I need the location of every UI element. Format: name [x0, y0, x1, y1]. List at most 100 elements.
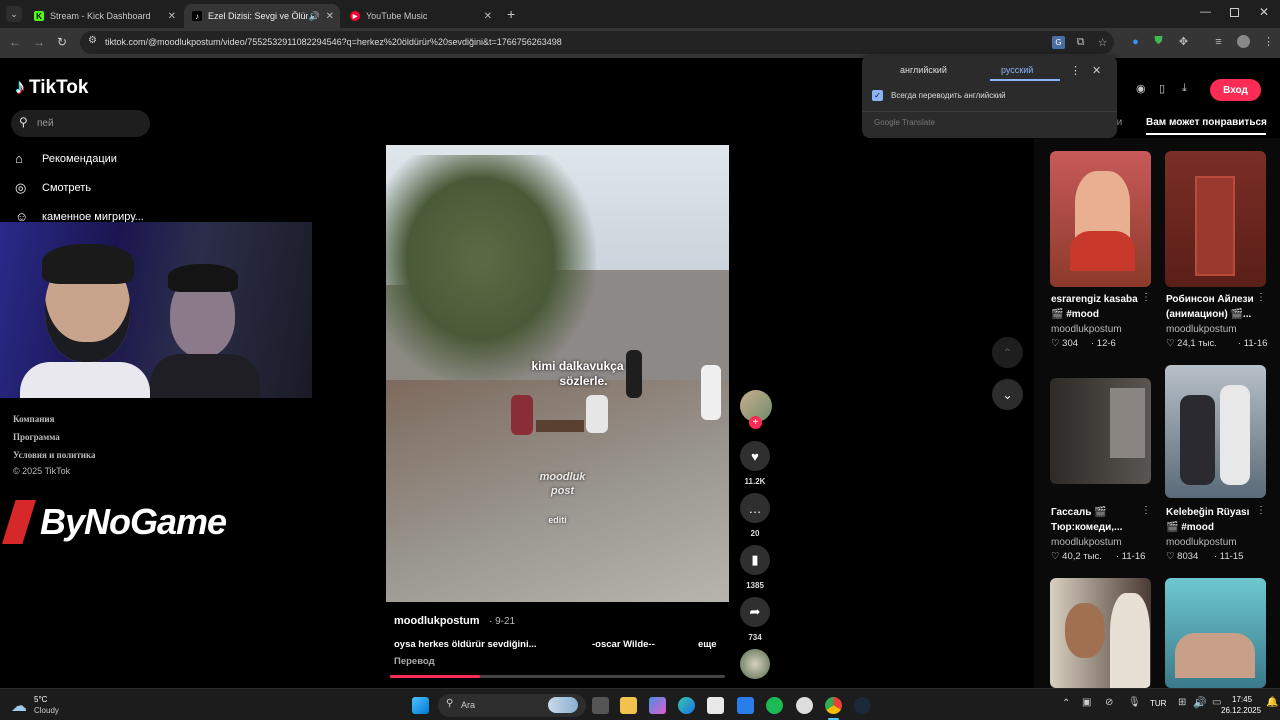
install-app-icon[interactable]: ⧉ [1074, 36, 1087, 49]
task-view-icon[interactable] [592, 697, 609, 714]
back-icon[interactable]: ← [9, 35, 21, 49]
tab-youtube-music[interactable]: ▶ YouTube Music ✕ [342, 4, 498, 28]
footer-company-link[interactable]: Компания [13, 414, 54, 424]
steam-icon[interactable] [854, 697, 871, 714]
card-menu-icon[interactable]: ⋮ [1256, 505, 1266, 516]
microphone-icon[interactable]: 🎙 [1128, 697, 1141, 708]
tab-kick-dashboard[interactable]: K Stream - Kick Dashboard ✕ [26, 4, 182, 28]
coin-icon[interactable]: ◉ [1136, 82, 1146, 95]
video-card-title[interactable]: Робинсон Айлези (анимацион) 🎬... [1166, 292, 1262, 322]
taskbar-search-box[interactable]: ⚲ Ara [438, 694, 586, 717]
translate-link[interactable]: Перевод [394, 656, 435, 667]
card-menu-icon[interactable]: ⋮ [1141, 505, 1151, 516]
store-icon[interactable] [707, 697, 724, 714]
mail-icon[interactable] [737, 697, 754, 714]
download-icon[interactable]: ⤓ [1182, 82, 1187, 95]
music-disc-avatar[interactable] [740, 649, 770, 679]
card-menu-icon[interactable]: ⋮ [1256, 292, 1266, 303]
video-card[interactable] [1165, 365, 1266, 498]
file-explorer-icon[interactable] [620, 697, 637, 714]
site-info-icon[interactable]: ⚙ [88, 35, 97, 46]
more-link[interactable]: еще [698, 639, 717, 650]
translate-icon[interactable]: G [1052, 36, 1065, 49]
browser-menu-icon[interactable]: ⋮ [1262, 35, 1275, 48]
github-desktop-icon[interactable] [796, 697, 813, 714]
sidebar-item-explore[interactable]: ◎ Смотреть [15, 180, 91, 196]
video-card-title[interactable]: esrarengiz kasaba 🎬 #mood [1051, 292, 1147, 322]
clock-time[interactable]: 17:45 [1232, 695, 1252, 704]
video-card-author[interactable]: moodlukpostum [1166, 537, 1237, 548]
chrome-icon[interactable] [825, 697, 842, 714]
reading-list-icon[interactable]: ≡ [1212, 35, 1225, 48]
search-input[interactable]: ⚲ пей [11, 110, 150, 137]
close-tab-icon[interactable]: ✕ [168, 11, 176, 22]
close-tab-icon[interactable]: ✕ [326, 11, 334, 22]
notification-bell-icon[interactable]: 🔔 [1266, 697, 1278, 708]
extensions-puzzle-icon[interactable]: ✥ [1177, 35, 1190, 48]
video-card[interactable] [1165, 151, 1266, 287]
weather-condition[interactable]: Cloudy [34, 706, 59, 715]
windows-start-icon[interactable] [412, 697, 429, 714]
video-card[interactable] [1050, 151, 1151, 287]
tab-recommended-for-you[interactable]: Вам может понравиться [1146, 117, 1267, 128]
video-card-author[interactable]: moodlukpostum [1051, 537, 1122, 548]
video-card[interactable] [1050, 578, 1151, 688]
save-button[interactable]: ▮ [740, 545, 770, 575]
url-text[interactable]: tiktok.com/@moodlukpostum/video/75525329… [105, 37, 562, 47]
footer-terms-link[interactable]: Условия и политика [13, 450, 96, 460]
edge-icon[interactable] [678, 697, 695, 714]
bookmark-star-icon[interactable]: ☆ [1096, 36, 1109, 49]
weather-temp[interactable]: 5°C [34, 695, 47, 704]
copilot-icon[interactable] [649, 697, 666, 714]
restore-window-icon[interactable] [1230, 8, 1239, 17]
video-card-title[interactable]: Kelebeğin Rüyası 🎬 #mood [1166, 505, 1262, 535]
forward-icon[interactable]: → [33, 35, 45, 49]
next-video-button[interactable]: ⌄ [992, 379, 1023, 410]
translate-source-lang[interactable]: английский [900, 65, 947, 75]
card-menu-icon[interactable]: ⋮ [1141, 292, 1151, 303]
share-button[interactable]: ➦ [740, 597, 770, 627]
login-button[interactable]: Вход [1210, 79, 1261, 101]
video-card[interactable] [1050, 378, 1151, 484]
previous-video-button[interactable]: ⌃ [992, 337, 1023, 368]
comment-button[interactable]: … [740, 493, 770, 523]
close-tab-icon[interactable]: ✕ [484, 11, 492, 22]
like-button[interactable]: ♥ [740, 441, 770, 471]
tab-list-dropdown-icon[interactable]: ⌄ [6, 6, 22, 22]
address-bar[interactable]: ⚙ tiktok.com/@moodlukpostum/video/755253… [80, 31, 1114, 54]
spotify-icon[interactable] [766, 697, 783, 714]
extension-blue-icon[interactable]: ● [1129, 35, 1142, 48]
video-progress-bar[interactable] [390, 675, 725, 678]
video-card-date: · 11-15 [1214, 551, 1244, 562]
new-tab-button[interactable]: + [507, 6, 515, 22]
tray-app-icon[interactable]: ▣ [1082, 697, 1091, 708]
tray-video-icon[interactable]: ⊘ [1105, 697, 1113, 708]
clock-date[interactable]: 26.12.2025 [1221, 706, 1261, 715]
video-card[interactable] [1165, 578, 1266, 688]
video-card-title[interactable]: Гассаль 🎬 Тюр:комеди,... [1051, 505, 1147, 535]
translate-close-icon[interactable]: ✕ [1092, 64, 1101, 77]
close-window-icon[interactable]: ✕ [1259, 5, 1269, 19]
tiktok-logo[interactable]: ♪ TikTok [15, 76, 88, 99]
video-player[interactable]: kimi dalkavukça sözlerle. moodluk post e… [386, 145, 729, 602]
reload-icon[interactable]: ↻ [57, 35, 67, 49]
always-translate-checkbox[interactable]: ✓ [872, 90, 883, 101]
keyboard-language[interactable]: TUR [1150, 699, 1166, 708]
show-hidden-icons[interactable]: ⌃ [1062, 698, 1070, 709]
minimize-window-icon[interactable]: — [1200, 6, 1211, 18]
video-card-author[interactable]: moodlukpostum [1051, 324, 1122, 335]
extension-shield-icon[interactable]: ⛊ [1152, 35, 1165, 48]
video-author[interactable]: moodlukpostum [394, 615, 480, 627]
device-icon[interactable]: ▯ [1159, 82, 1165, 95]
sidebar-item-recommendations[interactable]: ⌂ Рекомендации [15, 151, 117, 166]
profile-avatar-icon[interactable] [1237, 35, 1250, 48]
video-card-author[interactable]: moodlukpostum [1166, 324, 1237, 335]
translate-target-lang[interactable]: русский [1001, 65, 1033, 75]
translate-menu-icon[interactable]: ⋮ [1070, 64, 1081, 77]
follow-plus-icon[interactable]: + [749, 416, 762, 429]
network-icon[interactable]: ⊞ [1178, 697, 1186, 708]
footer-program-link[interactable]: Программа [13, 432, 60, 442]
tab-tiktok-video[interactable]: ♪ Ezel Dizisi: Sevgi ve Ölüm ( 🔊 ✕ [184, 4, 340, 28]
audio-playing-icon[interactable]: 🔊 [309, 11, 320, 22]
volume-icon[interactable]: 🔊 [1193, 696, 1207, 709]
